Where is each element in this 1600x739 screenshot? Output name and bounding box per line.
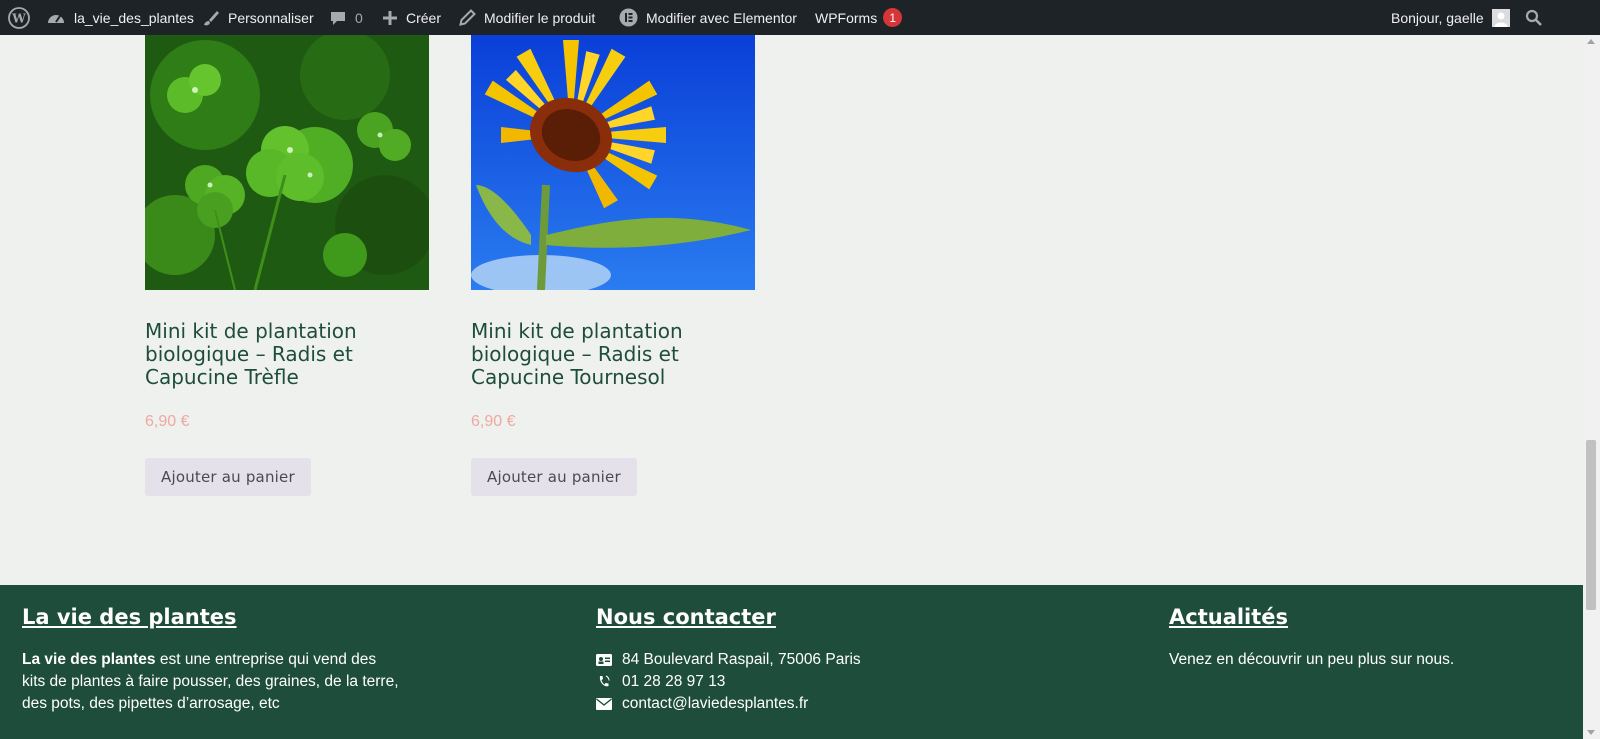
elementor-label: Modifier avec Elementor	[646, 9, 797, 26]
scroll-up-arrow-icon[interactable]	[1587, 39, 1595, 44]
contact-address-text: 84 Boulevard Raspail, 75006 Paris	[622, 651, 861, 668]
footer-news-column: Actualités Venez en découvrir un peu plu…	[1169, 605, 1549, 671]
contact-address: 84 Boulevard Raspail, 75006 Paris	[596, 649, 861, 671]
product-price: 6,90 €	[145, 413, 190, 430]
footer-news-text: Venez en découvrir un peu plus sur nous.	[1169, 651, 1455, 668]
wpforms-label: WPForms	[815, 9, 878, 26]
add-to-cart-button[interactable]: Ajouter au panier	[145, 458, 311, 496]
product-title[interactable]: Mini kit de plantation biologique – Radi…	[471, 320, 755, 389]
footer-contact-column: Nous contacter 84 Boulevard Raspail, 750…	[596, 605, 861, 715]
dashboard-icon	[46, 9, 66, 27]
comment-icon	[329, 9, 347, 27]
search-icon[interactable]	[1525, 0, 1543, 35]
edit-product-link[interactable]: Modifier le produit	[459, 0, 595, 35]
admin-bar: W la_vie_des_plantes Personnaliser 0 Cré…	[0, 0, 1600, 35]
elementor-icon	[619, 8, 638, 27]
new-label: Créer	[406, 9, 442, 26]
footer-contact-heading[interactable]: Nous contacter	[596, 605, 861, 629]
contact-phone: 01 28 28 97 13	[596, 671, 861, 693]
admin-site-link[interactable]: la_vie_des_plantes	[46, 0, 194, 35]
brush-icon	[202, 9, 220, 27]
product-price: 6,90 €	[471, 413, 516, 430]
new-content-link[interactable]: Créer	[382, 0, 441, 35]
footer-about-brand: La vie des plantes	[22, 651, 156, 668]
greeting-label: Bonjour, gaelle	[1391, 9, 1484, 26]
wordpress-logo-icon[interactable]: W	[8, 0, 30, 35]
pencil-icon	[459, 9, 476, 26]
footer-about-column: La vie des plantes La vie des plantes es…	[22, 605, 402, 715]
product-card: Mini kit de plantation biologique – Radi…	[145, 35, 429, 496]
address-card-icon	[596, 653, 612, 667]
add-to-cart-button[interactable]: Ajouter au panier	[471, 458, 637, 496]
footer-news-heading[interactable]: Actualités	[1169, 605, 1549, 629]
scroll-down-arrow-icon[interactable]	[1587, 730, 1595, 735]
footer-about-text: La vie des plantes est une entreprise qu…	[22, 649, 402, 715]
clover-image[interactable]	[145, 35, 429, 290]
site-name: la_vie_des_plantes	[74, 9, 194, 26]
product-card: Mini kit de plantation biologique – Radi…	[471, 35, 755, 496]
contact-phone-text[interactable]: 01 28 28 97 13	[622, 671, 725, 693]
product-title[interactable]: Mini kit de plantation biologique – Radi…	[145, 320, 429, 389]
site-footer: La vie des plantes La vie des plantes es…	[0, 585, 1583, 739]
avatar	[1491, 8, 1510, 27]
comments-count: 0	[355, 9, 363, 26]
wpforms-notification-badge: 1	[883, 8, 903, 27]
contact-email: contact@laviedesplantes.fr	[596, 693, 861, 715]
page-scrollbar[interactable]	[1583, 35, 1600, 739]
edit-product-label: Modifier le produit	[484, 9, 596, 26]
customize-link[interactable]: Personnaliser	[202, 0, 314, 35]
elementor-link[interactable]: Modifier avec Elementor	[619, 0, 797, 35]
wpforms-link[interactable]: WPForms 1	[815, 0, 903, 35]
footer-about-heading[interactable]: La vie des plantes	[22, 605, 402, 629]
plus-icon	[382, 10, 398, 26]
scrollbar-thumb[interactable]	[1586, 440, 1596, 610]
contact-email-text[interactable]: contact@laviedesplantes.fr	[622, 693, 808, 715]
envelope-icon	[596, 697, 612, 711]
svg-text:W: W	[11, 11, 26, 25]
phone-icon	[596, 675, 612, 689]
customize-label: Personnaliser	[228, 9, 314, 26]
comments-link[interactable]: 0	[329, 0, 363, 35]
user-account-menu[interactable]: Bonjour, gaelle	[1391, 0, 1510, 35]
sunflower-image[interactable]	[471, 35, 755, 290]
